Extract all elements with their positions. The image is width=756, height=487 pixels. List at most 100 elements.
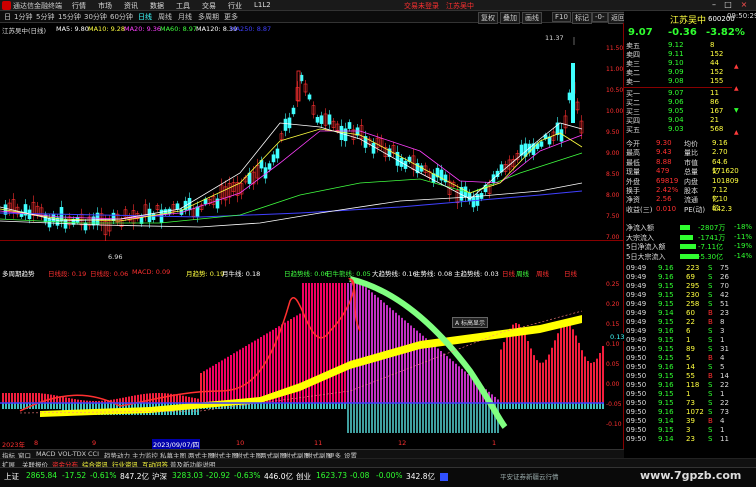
histogram-bar-neg — [41, 403, 43, 409]
zero-button[interactable]: -0- — [592, 12, 608, 22]
index-cy-label[interactable]: 创业 — [296, 471, 311, 482]
menu-data[interactable]: 数据 — [150, 1, 164, 11]
histogram-bar — [17, 393, 19, 403]
price-tick: 10.50 — [606, 87, 624, 94]
histogram-bar-neg — [479, 403, 481, 433]
bid-price: 9.07 — [668, 89, 684, 97]
menu-news[interactable]: 资讯 — [124, 1, 138, 11]
index-sz-pct: -0.63% — [234, 471, 261, 480]
histogram-bar — [2, 393, 4, 403]
period-weekly[interactable]: 周线 — [156, 12, 174, 22]
histogram-bar-neg — [11, 403, 13, 409]
histogram-bar-neg — [500, 403, 502, 409]
period-daily[interactable]: 日线 — [136, 12, 154, 22]
tick-count: 26 — [720, 273, 729, 281]
period-60min[interactable]: 60分钟 — [108, 12, 135, 22]
flow-pct: -19% — [734, 242, 753, 251]
histogram-bar — [455, 363, 457, 403]
minimize-icon[interactable]: – — [708, 0, 720, 11]
index-sz-label[interactable]: 沪深 — [152, 471, 167, 482]
stat-label: PE(动) — [684, 205, 706, 214]
close-icon[interactable]: × — [738, 0, 750, 11]
tick-count: 1 — [720, 426, 725, 434]
period-30min[interactable]: 30分钟 — [82, 12, 109, 22]
histogram-bar — [401, 317, 403, 403]
tick-count: 8 — [720, 318, 725, 326]
highlight-tooltip[interactable]: A 标高显示 — [452, 317, 489, 328]
histogram-bar-neg — [434, 403, 436, 433]
histogram-bar-neg — [296, 403, 298, 409]
index-sh-pct: -0.61% — [90, 471, 117, 480]
histogram-bar-neg — [518, 403, 520, 409]
trade-login-status[interactable]: 交易未登录 — [404, 1, 439, 11]
menu-quotes[interactable]: 行情 — [72, 1, 86, 11]
histogram-bar-neg — [368, 403, 370, 433]
histogram-bar-neg — [422, 403, 424, 433]
tab-4[interactable]: CCI — [88, 450, 99, 458]
histogram-bar-neg — [275, 403, 277, 409]
histogram-bar — [314, 283, 316, 403]
bid-label: 买五 — [626, 126, 640, 134]
histogram-bar — [467, 373, 469, 403]
tick-volume: 73 — [686, 399, 695, 407]
period-monthly[interactable]: 月线 — [176, 12, 194, 22]
quote-change: -0.36 — [668, 27, 697, 38]
histogram-bar-neg — [290, 403, 292, 409]
tick-time: 09:49 — [626, 309, 647, 317]
candle-body — [567, 92, 572, 101]
tick-price: 9.16 — [658, 264, 674, 272]
histogram-bar-neg — [455, 403, 457, 433]
histogram-bar — [458, 366, 460, 403]
menu-trade[interactable]: 交易 — [202, 1, 216, 11]
orderbook-divider — [624, 87, 732, 88]
tick-time: 09:50 — [626, 399, 647, 407]
period-1min[interactable]: 1分钟 — [12, 12, 34, 22]
maximize-icon[interactable]: □ — [722, 0, 734, 11]
flow-bar — [680, 253, 699, 259]
histogram-bar-neg — [521, 403, 523, 409]
ask-volume: 152 — [710, 68, 724, 76]
watermark: www.7gpzb.com — [640, 469, 742, 482]
indicator-chart[interactable]: 多周期趋势 日线段: 0.19 日线段: 0.06 MACD: 0.09 月趋势… — [0, 241, 625, 449]
period-5min[interactable]: 5分钟 — [34, 12, 56, 22]
menu-market[interactable]: 市场 — [98, 1, 112, 11]
kline-chart[interactable]: 江苏吴中(日线) MA5: 9.80 MA10: 9.28 MA20: 9.36… — [0, 23, 624, 261]
histogram-bar-neg — [320, 403, 322, 409]
histogram-bar — [20, 393, 22, 403]
histogram-bar — [11, 393, 13, 403]
histogram-bar-neg — [302, 403, 304, 409]
tick-price: 9.16 — [658, 327, 674, 335]
histogram-bar — [593, 362, 595, 403]
tab-2[interactable]: MACD — [36, 450, 55, 458]
menu-tools[interactable]: 工具 — [176, 1, 190, 11]
tick-volume: 1 — [686, 336, 691, 344]
histogram-bar — [509, 328, 511, 403]
index-sh-label[interactable]: 上证 — [4, 471, 19, 482]
f10-button[interactable]: F10 — [552, 12, 571, 22]
histogram-bar-neg — [587, 403, 589, 409]
flow-label: 5日净流入额 — [626, 243, 666, 252]
histogram-bar-neg — [5, 403, 7, 409]
menu-industry[interactable]: 行业 — [228, 1, 242, 11]
histogram-bar — [326, 283, 328, 403]
period-multi[interactable]: 多周期 — [196, 12, 221, 22]
tick-time: 09:49 — [626, 336, 647, 344]
histogram-bar-neg — [281, 403, 283, 409]
tick-count: 3 — [720, 327, 725, 335]
histogram-bar-neg — [539, 403, 541, 409]
tick-time: 09:50 — [626, 417, 647, 425]
histogram-bar — [329, 283, 331, 403]
period-more[interactable]: 更多 — [222, 12, 240, 22]
flow-label: 5日大宗流入 — [626, 252, 666, 261]
histogram-bar — [416, 330, 418, 403]
period-15min[interactable]: 15分钟 — [56, 12, 83, 22]
menu-l1l2[interactable]: L1L2 — [254, 1, 271, 9]
tick-price: 9.16 — [658, 381, 674, 389]
histogram-bar — [179, 395, 181, 403]
histogram-bar — [380, 300, 382, 403]
tick-time: 09:50 — [626, 372, 647, 380]
tick-time: 09:50 — [626, 345, 647, 353]
tab-3[interactable]: VOL-TDX — [58, 450, 86, 458]
histogram-bar — [212, 365, 214, 403]
histogram-bar — [602, 345, 604, 403]
